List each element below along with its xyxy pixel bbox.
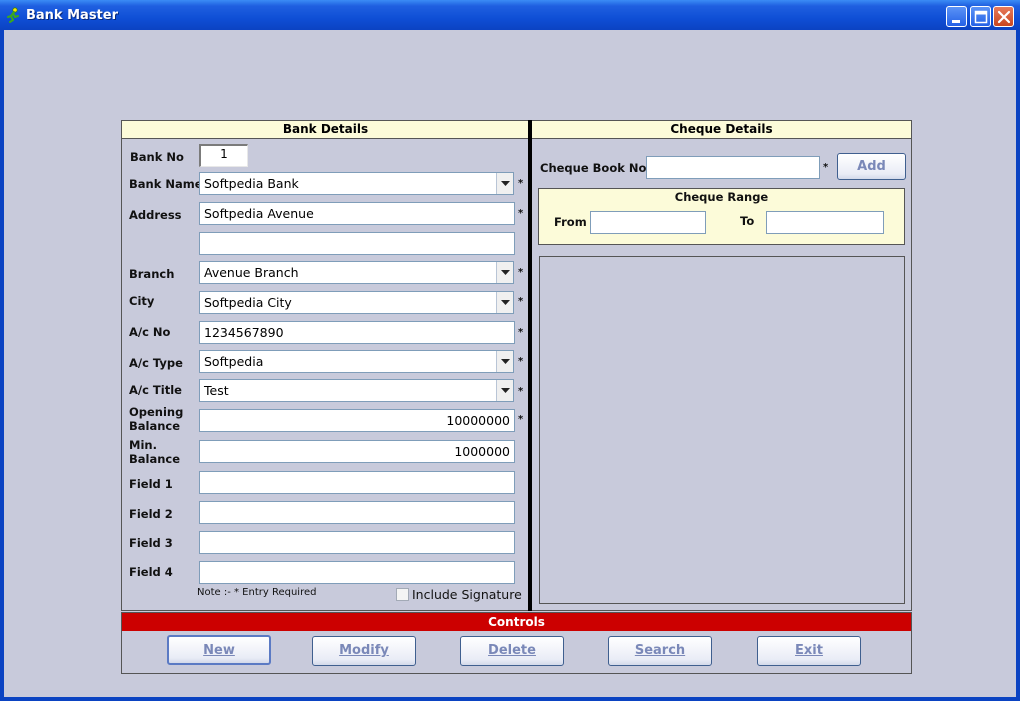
field4-label: Field 4 <box>129 565 173 579</box>
ac-title-label: A/c Title <box>129 383 182 397</box>
delete-button[interactable]: Delete <box>460 636 564 666</box>
field2-input[interactable] <box>199 501 515 524</box>
branch-value: Avenue Branch <box>204 265 299 280</box>
min-balance-label-line2: Balance <box>129 452 181 466</box>
ac-title-dropdown-button[interactable] <box>496 380 513 401</box>
new-button[interactable]: New <box>167 635 271 665</box>
branch-label: Branch <box>129 267 175 281</box>
minimize-button[interactable] <box>946 6 967 27</box>
opening-balance-label: Opening Balance <box>129 405 183 433</box>
ac-title-value: Test <box>204 383 229 398</box>
bank-no-field[interactable]: 1 <box>199 144 248 167</box>
chevron-down-icon <box>501 359 510 364</box>
ac-no-field[interactable]: 1234567890 <box>199 321 515 344</box>
cheque-book-no-label: Cheque Book No. <box>540 161 651 175</box>
window-title: Bank Master <box>26 8 118 23</box>
to-field[interactable] <box>766 211 884 234</box>
address-line2-field[interactable] <box>199 232 515 255</box>
ac-no-label: A/c No <box>129 325 171 339</box>
min-balance-label-line1: Min. <box>129 438 157 452</box>
chevron-down-icon <box>501 181 510 186</box>
bank-name-dropdown-button[interactable] <box>496 173 513 194</box>
search-button[interactable]: Search <box>608 636 712 666</box>
include-signature-checkbox[interactable] <box>396 588 409 601</box>
required-entry-note: Note :- * Entry Required <box>197 587 317 598</box>
field3-label: Field 3 <box>129 536 173 550</box>
close-icon <box>997 10 1011 24</box>
city-dropdown-button[interactable] <box>496 292 513 313</box>
city-label: City <box>129 294 155 308</box>
maximize-icon <box>974 10 988 24</box>
address-line1-field[interactable]: Softpedia Avenue <box>199 202 515 225</box>
window-frame-left <box>0 30 4 701</box>
address-required-mark: * <box>518 208 524 219</box>
field4-input[interactable] <box>199 561 515 584</box>
opening-balance-label-line1: Opening <box>129 405 184 419</box>
title-bar: Bank Master <box>0 0 1020 30</box>
bank-name-combo[interactable]: Softpedia Bank <box>199 172 514 195</box>
opening-balance-field[interactable]: 10000000 <box>199 409 515 432</box>
branch-combo[interactable]: Avenue Branch <box>199 261 514 284</box>
cheque-details-header: Cheque Details <box>532 121 911 139</box>
add-button[interactable]: Add <box>837 153 906 180</box>
address-label: Address <box>129 208 182 222</box>
window-frame-bottom <box>0 697 1020 701</box>
exit-button[interactable]: Exit <box>757 636 861 666</box>
controls-header: Controls <box>122 613 911 631</box>
ac-type-combo[interactable]: Softpedia <box>199 350 514 373</box>
from-label: From <box>554 215 587 229</box>
branch-dropdown-button[interactable] <box>496 262 513 283</box>
minimize-icon <box>952 20 960 23</box>
ac-type-label: A/c Type <box>129 356 183 370</box>
min-balance-label: Min. Balance <box>129 438 180 466</box>
city-value: Softpedia City <box>204 295 292 310</box>
ac-type-value: Softpedia <box>204 354 264 369</box>
bank-no-label: Bank No <box>130 150 184 164</box>
modify-button[interactable]: Modify <box>312 636 416 666</box>
cheque-book-required-mark: * <box>823 162 829 173</box>
ac-type-required-mark: * <box>518 356 524 367</box>
include-signature-label[interactable]: Include Signature <box>412 587 522 602</box>
from-field[interactable] <box>590 211 706 234</box>
opening-balance-required-mark: * <box>518 414 524 425</box>
chevron-down-icon <box>501 300 510 305</box>
bank-name-label: Bank Name <box>129 177 203 191</box>
ac-type-dropdown-button[interactable] <box>496 351 513 372</box>
chevron-down-icon <box>501 388 510 393</box>
branch-required-mark: * <box>518 267 524 278</box>
field3-input[interactable] <box>199 531 515 554</box>
app-runner-icon <box>7 7 19 23</box>
cheque-list-area[interactable] <box>539 256 905 604</box>
maximize-button[interactable] <box>970 6 991 27</box>
opening-balance-label-line2: Balance <box>129 419 181 433</box>
ac-title-combo[interactable]: Test <box>199 379 514 402</box>
window-frame-right <box>1016 30 1020 701</box>
city-combo[interactable]: Softpedia City <box>199 291 514 314</box>
ac-title-required-mark: * <box>518 386 524 397</box>
field1-label: Field 1 <box>129 477 173 491</box>
close-button[interactable] <box>993 6 1014 27</box>
field2-label: Field 2 <box>129 507 173 521</box>
panel-divider <box>528 120 532 611</box>
bank-details-header: Bank Details <box>122 121 529 139</box>
cheque-book-no-field[interactable] <box>646 156 820 179</box>
min-balance-field[interactable]: 1000000 <box>199 440 515 463</box>
bank-name-required-mark: * <box>518 178 524 189</box>
city-required-mark: * <box>518 296 524 307</box>
field1-input[interactable] <box>199 471 515 494</box>
bank-name-value: Softpedia Bank <box>204 176 299 191</box>
to-label: To <box>740 214 755 228</box>
cheque-range-title: Cheque Range <box>674 190 769 204</box>
chevron-down-icon <box>501 270 510 275</box>
ac-no-required-mark: * <box>518 327 524 338</box>
